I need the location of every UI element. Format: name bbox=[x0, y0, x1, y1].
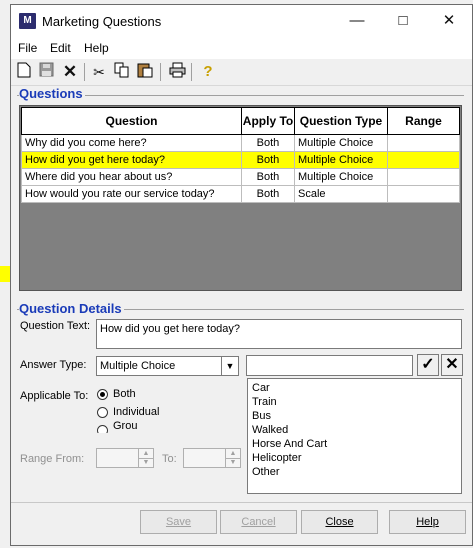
delete-icon[interactable]: ✕ bbox=[60, 62, 80, 82]
column-header-apply-to[interactable]: Apply To bbox=[241, 107, 295, 135]
column-header-question[interactable]: Question bbox=[21, 107, 242, 135]
answer-input[interactable] bbox=[246, 355, 413, 376]
remove-answer-button[interactable]: ✕ bbox=[441, 354, 463, 376]
toolbar-separator bbox=[191, 63, 192, 81]
list-item[interactable]: Bus bbox=[252, 410, 271, 422]
column-header-range[interactable]: Range bbox=[387, 107, 460, 135]
radio-both-label[interactable]: Both bbox=[113, 388, 136, 400]
applicable-to-label: Applicable To: bbox=[20, 390, 89, 402]
window-title: Marketing Questions bbox=[42, 14, 162, 29]
radio-individual[interactable] bbox=[97, 407, 108, 418]
save-icon[interactable] bbox=[36, 62, 56, 82]
cell-question-type[interactable]: Scale bbox=[294, 185, 388, 203]
menu-file[interactable]: File bbox=[18, 41, 37, 55]
menu-edit[interactable]: Edit bbox=[50, 41, 71, 55]
help-icon[interactable]: ? bbox=[198, 62, 218, 82]
cancel-button[interactable]: Cancel bbox=[220, 510, 297, 534]
accept-answer-button[interactable]: ✓ bbox=[417, 354, 439, 376]
close-icon: ✕ bbox=[445, 356, 459, 373]
answer-type-value: Multiple Choice bbox=[100, 360, 176, 372]
cell-range[interactable] bbox=[387, 185, 460, 203]
close-window-button[interactable]: ✕ bbox=[426, 5, 472, 37]
cell-apply-to[interactable]: Both bbox=[241, 151, 295, 169]
question-details-section-title: Question Details bbox=[19, 301, 124, 316]
table-row-selected[interactable]: How did you get here today? Both Multipl… bbox=[21, 151, 460, 169]
table-row[interactable]: Why did you come here? Both Multiple Cho… bbox=[21, 134, 460, 152]
copy-icon[interactable] bbox=[112, 62, 132, 82]
paste-icon[interactable] bbox=[135, 62, 155, 82]
cell-question[interactable]: How did you get here today? bbox=[21, 151, 242, 169]
checkmark-icon: ✓ bbox=[421, 356, 435, 373]
list-item[interactable]: Train bbox=[252, 396, 277, 408]
chevron-down-icon[interactable]: ▼ bbox=[221, 357, 238, 375]
question-text-label: Question Text: bbox=[20, 320, 91, 332]
new-icon[interactable] bbox=[14, 62, 34, 82]
print-icon[interactable] bbox=[167, 62, 187, 82]
list-item[interactable]: Helicopter bbox=[252, 452, 302, 464]
cell-range[interactable] bbox=[387, 134, 460, 152]
column-header-question-type[interactable]: Question Type bbox=[294, 107, 388, 135]
minimize-button[interactable]: — bbox=[334, 5, 380, 37]
questions-section-title: Questions bbox=[19, 86, 85, 101]
table-row[interactable]: How would you rate our service today? Bo… bbox=[21, 185, 460, 203]
range-from-label: Range From: bbox=[20, 453, 85, 465]
radio-individual-label[interactable]: Individual bbox=[113, 406, 159, 418]
maximize-button[interactable]: □ bbox=[380, 5, 426, 37]
answers-list[interactable]: Car Train Bus Walked Horse And Cart Heli… bbox=[247, 378, 462, 494]
toolbar-separator bbox=[160, 63, 161, 81]
range-from-spinner[interactable]: ▲ ▼ bbox=[96, 448, 154, 468]
cell-range[interactable] bbox=[387, 151, 460, 169]
spin-down-icon[interactable]: ▼ bbox=[226, 458, 240, 467]
menu-bar: File Edit Help bbox=[11, 37, 472, 59]
cell-range[interactable] bbox=[387, 168, 460, 186]
spinner-buttons[interactable]: ▲ ▼ bbox=[225, 449, 240, 467]
radio-group-label[interactable]: Grou bbox=[113, 420, 137, 432]
answer-type-label: Answer Type: bbox=[20, 359, 87, 371]
menu-help[interactable]: Help bbox=[84, 41, 109, 55]
spin-down-icon[interactable]: ▼ bbox=[139, 458, 153, 467]
spinner-buttons[interactable]: ▲ ▼ bbox=[138, 449, 153, 467]
save-button[interactable]: Save bbox=[140, 510, 217, 534]
help-button[interactable]: Help bbox=[389, 510, 466, 534]
questions-table: Question Apply To Question Type Range Wh… bbox=[21, 107, 460, 203]
question-text-input[interactable]: How did you get here today? bbox=[96, 319, 462, 349]
list-item[interactable]: Walked bbox=[252, 424, 288, 436]
range-to-spinner[interactable]: ▲ ▼ bbox=[183, 448, 241, 468]
cell-apply-to[interactable]: Both bbox=[241, 185, 295, 203]
cell-question[interactable]: Where did you hear about us? bbox=[21, 168, 242, 186]
cell-question[interactable]: How would you rate our service today? bbox=[21, 185, 242, 203]
cell-apply-to[interactable]: Both bbox=[241, 134, 295, 152]
cell-question-type[interactable]: Multiple Choice bbox=[294, 151, 388, 169]
marketing-questions-window: M Marketing Questions — □ ✕ File Edit He… bbox=[10, 4, 473, 546]
list-item[interactable]: Other bbox=[252, 466, 280, 478]
range-to-label: To: bbox=[162, 453, 177, 465]
table-row[interactable]: Where did you hear about us? Both Multip… bbox=[21, 168, 460, 186]
cell-question-type[interactable]: Multiple Choice bbox=[294, 134, 388, 152]
cell-apply-to[interactable]: Both bbox=[241, 168, 295, 186]
toolbar: ✕ ✂ ? bbox=[11, 59, 472, 86]
cell-question-type[interactable]: Multiple Choice bbox=[294, 168, 388, 186]
answer-type-select[interactable]: Multiple Choice ▼ bbox=[96, 356, 239, 376]
cut-icon[interactable]: ✂ bbox=[89, 62, 109, 82]
footer-divider bbox=[11, 502, 472, 503]
radio-group-clip: Grou bbox=[95, 419, 155, 433]
radio-both[interactable] bbox=[97, 389, 108, 400]
list-item[interactable]: Car bbox=[252, 382, 270, 394]
questions-grid: Question Apply To Question Type Range Wh… bbox=[19, 105, 462, 291]
close-button[interactable]: Close bbox=[301, 510, 378, 534]
toolbar-separator bbox=[84, 63, 85, 81]
app-icon: M bbox=[19, 13, 36, 29]
background-highlight bbox=[0, 266, 10, 282]
title-bar: M Marketing Questions — □ ✕ bbox=[11, 5, 472, 37]
radio-group[interactable] bbox=[97, 425, 108, 433]
list-item[interactable]: Horse And Cart bbox=[252, 438, 327, 450]
cell-question[interactable]: Why did you come here? bbox=[21, 134, 242, 152]
